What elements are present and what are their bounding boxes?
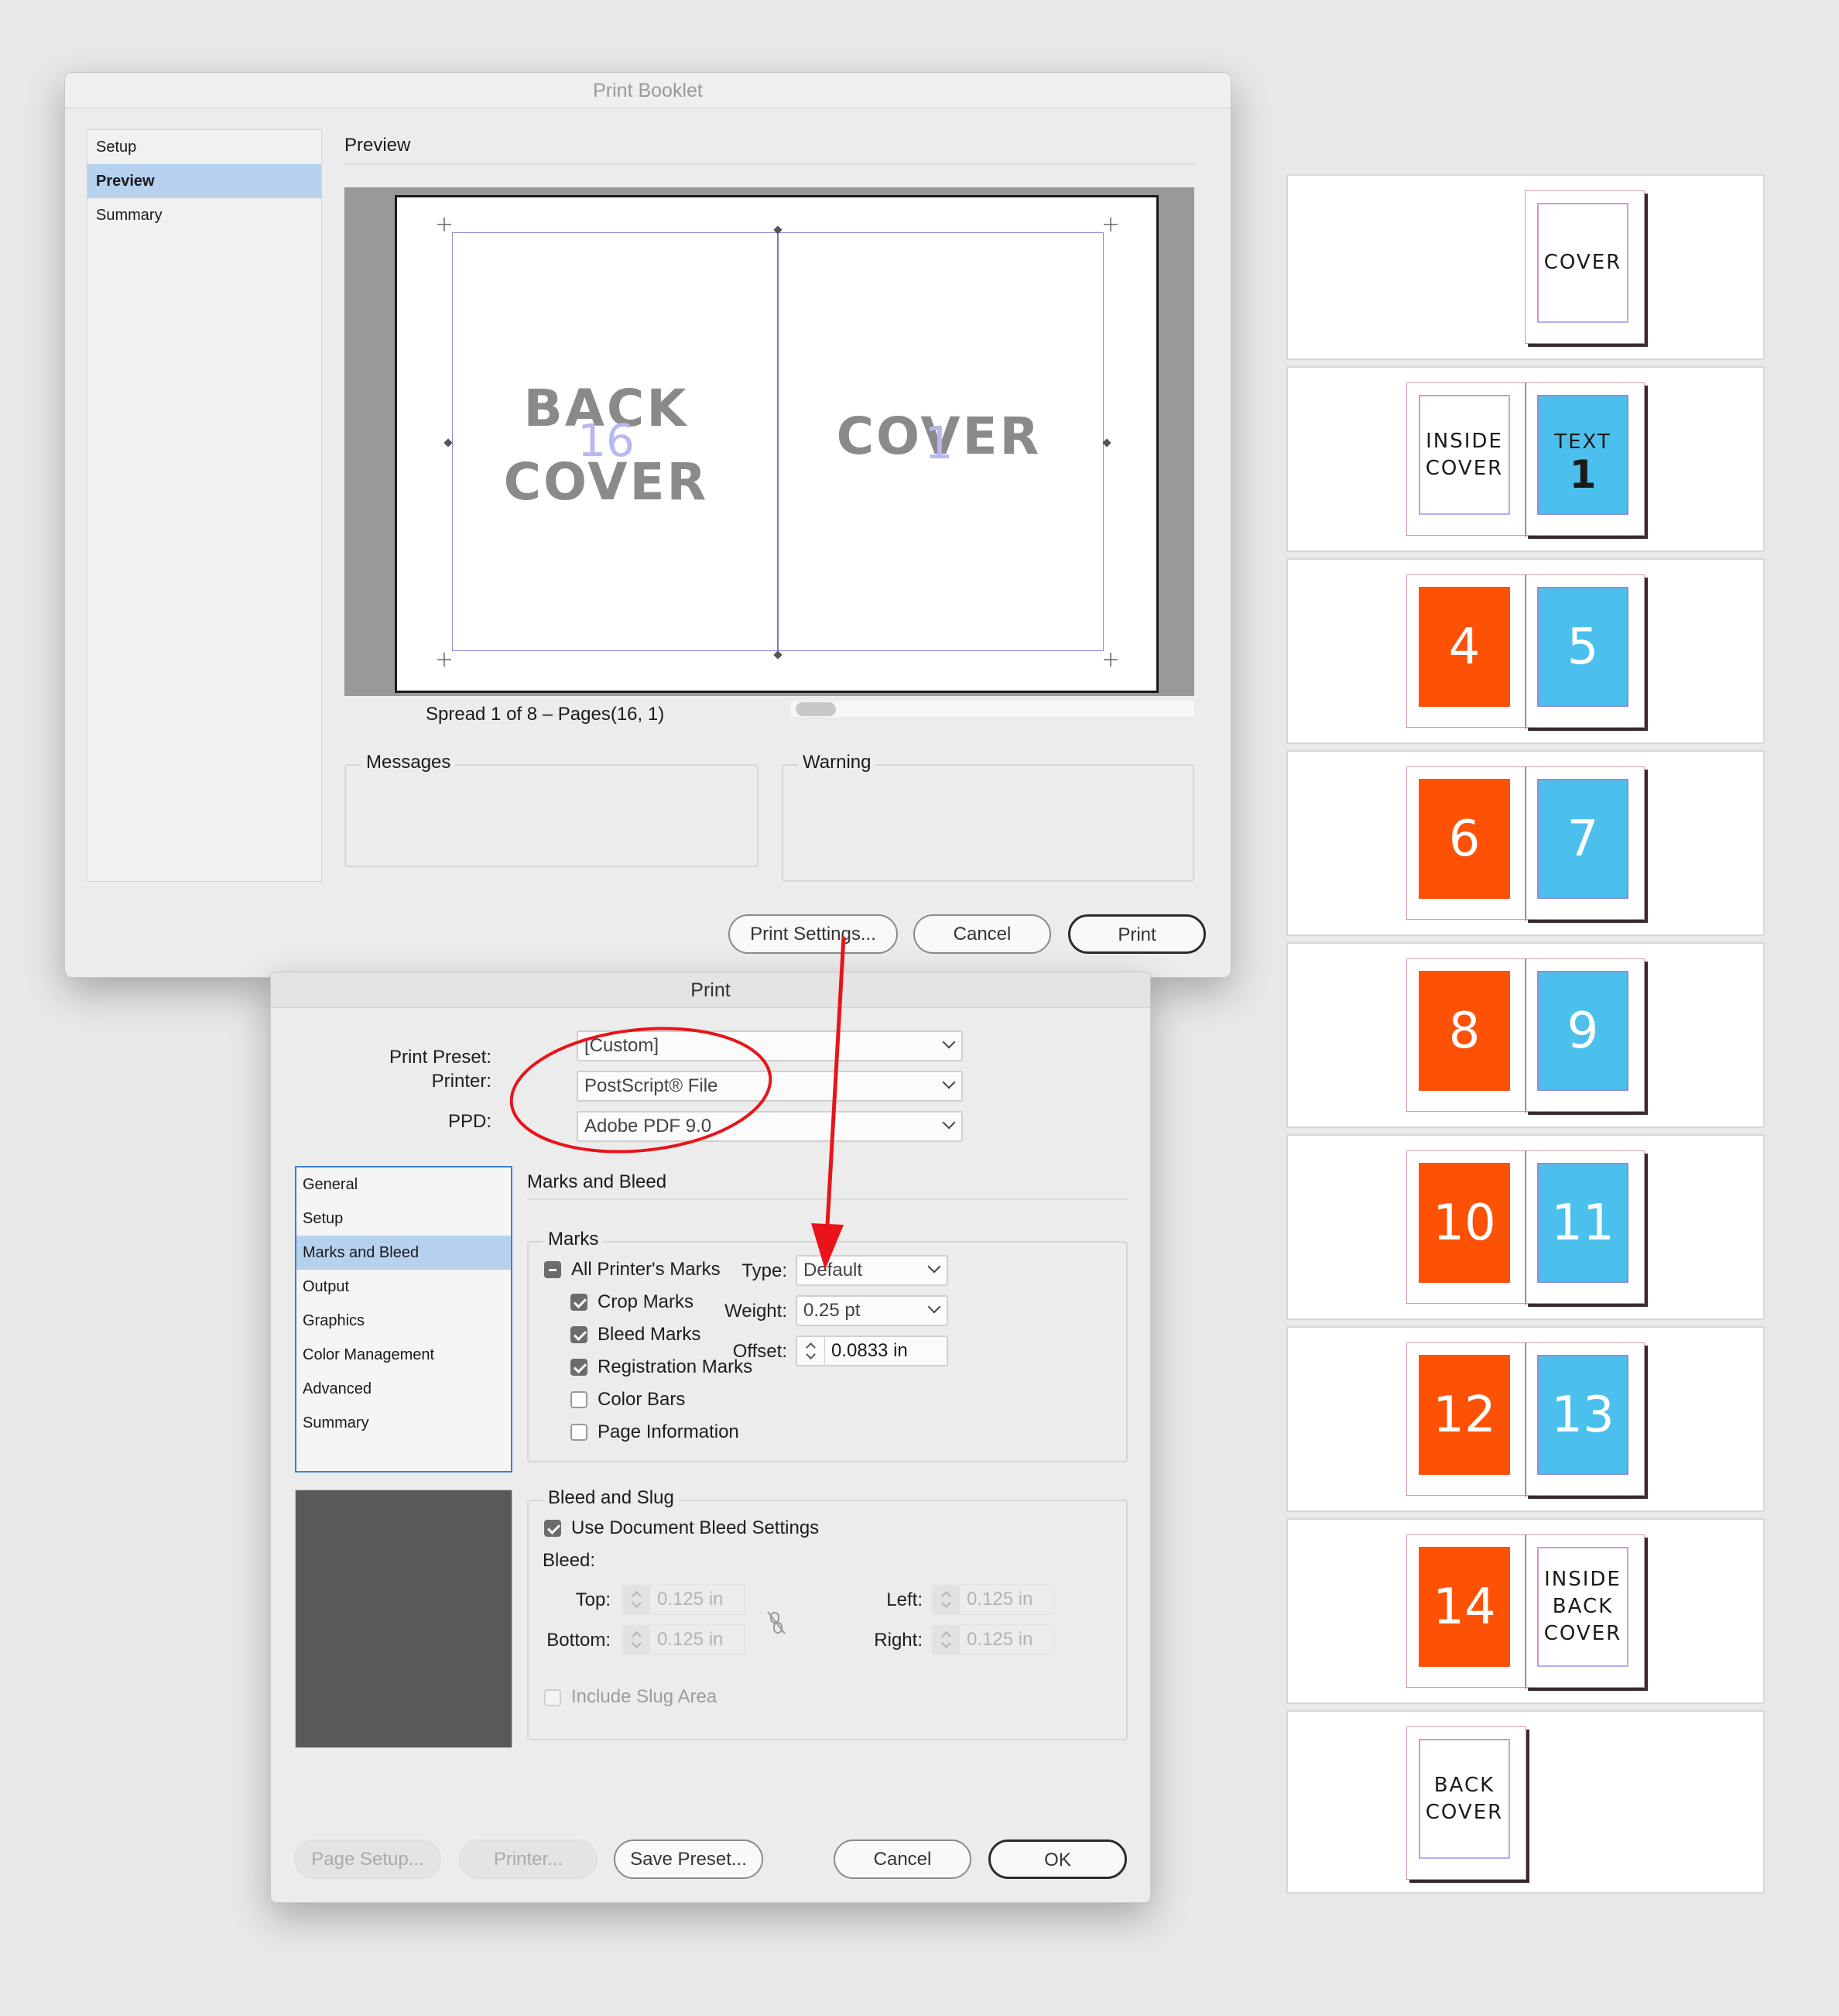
thumbnail-spread-7: 12 13: [1286, 1326, 1765, 1512]
page-number: 11: [1551, 1194, 1615, 1252]
page-thumbnail[interactable]: 7: [1525, 766, 1645, 920]
page-thumbnail[interactable]: COVER: [1525, 190, 1645, 344]
annotation-ellipse: [509, 1027, 772, 1154]
page-frame: COVER: [1537, 203, 1628, 323]
page-number: 1: [1569, 452, 1597, 497]
page-thumbnail[interactable]: 5: [1525, 574, 1645, 728]
page-frame: 4: [1419, 587, 1510, 707]
page-number: 8: [1448, 1002, 1481, 1060]
page-frame: 6: [1419, 779, 1510, 899]
thumbnail-spread-2: INSIDE COVER TEXT 1: [1286, 366, 1765, 552]
page-frame: TEXT 1: [1537, 395, 1628, 515]
page-thumbnail[interactable]: 14: [1406, 1534, 1526, 1688]
page-number: 7: [1567, 810, 1599, 868]
thumbnail-spread-9: BACK COVER: [1286, 1710, 1765, 1894]
page-thumbnail[interactable]: TEXT 1: [1525, 382, 1645, 536]
thumbnail-spread-6: 10 11: [1286, 1134, 1765, 1320]
page-thumbnail[interactable]: 10: [1406, 1150, 1526, 1304]
thumbnail-spread-8: 14 INSIDE BACK COVER: [1286, 1518, 1765, 1704]
page-frame: 5: [1537, 587, 1628, 707]
page-thumbnail[interactable]: INSIDE BACK COVER: [1525, 1534, 1645, 1688]
thumbnail-spread-5: 8 9: [1286, 942, 1765, 1128]
page-label: BACK COVER: [1425, 1773, 1504, 1824]
page-frame: 13: [1537, 1355, 1628, 1475]
page-label: TEXT: [1554, 430, 1611, 454]
page-label: INSIDE BACK COVER: [1543, 1568, 1622, 1645]
page-frame: 12: [1419, 1355, 1510, 1475]
page-frame: 10: [1419, 1163, 1510, 1283]
page-label: COVER: [1543, 251, 1622, 274]
page-thumbnail[interactable]: 12: [1406, 1342, 1526, 1496]
page-thumbnail[interactable]: 4: [1406, 574, 1526, 728]
page-thumbnail[interactable]: BACK COVER: [1406, 1726, 1526, 1880]
page-frame: 11: [1537, 1163, 1628, 1283]
page-thumbnail[interactable]: 11: [1525, 1150, 1645, 1304]
page-frame: 9: [1537, 971, 1628, 1091]
page-number: 6: [1448, 810, 1481, 868]
page-frame: BACK COVER: [1419, 1739, 1510, 1859]
page-thumbnail[interactable]: 9: [1525, 958, 1645, 1112]
page-thumbnail[interactable]: INSIDE COVER: [1406, 382, 1526, 536]
page-thumbnail[interactable]: 13: [1525, 1342, 1645, 1496]
page-number: 12: [1433, 1386, 1496, 1444]
page-number: 14: [1433, 1578, 1496, 1636]
page-number: 9: [1567, 1002, 1599, 1060]
thumbnail-spread-3: 4 5: [1286, 558, 1765, 744]
page-frame: 7: [1537, 779, 1628, 899]
annotation-arrow-line: [824, 936, 846, 1239]
page-number: 13: [1551, 1386, 1615, 1444]
thumbnail-spread-1: COVER: [1286, 174, 1765, 360]
page-label: INSIDE COVER: [1425, 429, 1504, 480]
annotation-arrow-head: [811, 1223, 844, 1270]
page-number: 5: [1567, 618, 1599, 676]
page-frame: 8: [1419, 971, 1510, 1091]
page-number: 10: [1433, 1194, 1496, 1252]
page-frame: INSIDE BACK COVER: [1537, 1547, 1628, 1667]
thumbnail-spread-4: 6 7: [1286, 750, 1765, 936]
page-frame: 14: [1419, 1547, 1510, 1667]
page-frame: INSIDE COVER: [1419, 395, 1510, 515]
page-number: 4: [1448, 618, 1481, 676]
page-thumbnail[interactable]: 6: [1406, 766, 1526, 920]
page-thumbnail[interactable]: 8: [1406, 958, 1526, 1112]
